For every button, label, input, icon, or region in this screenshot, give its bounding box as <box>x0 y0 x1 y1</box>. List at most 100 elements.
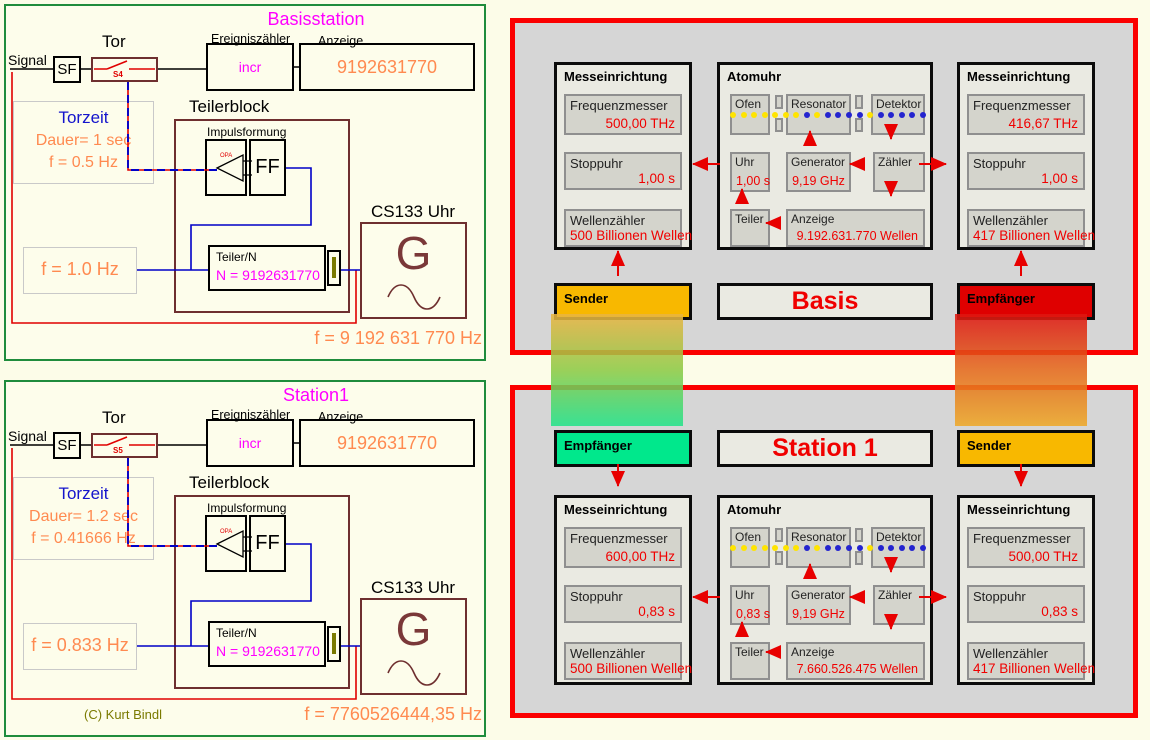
tor-gate-box <box>91 433 158 458</box>
frequency-meter-row: Frequenzmesser 500,00 THz <box>564 94 682 135</box>
display-box: 9192631770 <box>299 419 475 467</box>
atom-dot-icon <box>846 545 852 551</box>
atom-dot-icon <box>867 112 873 118</box>
atom-beam-dots <box>730 545 926 551</box>
connector-icon <box>327 626 341 662</box>
copyright-label: (C) Kurt Bindl <box>84 707 162 722</box>
atom-dot-icon <box>741 545 747 551</box>
atom-dot-icon <box>888 545 894 551</box>
slit-icon <box>775 528 783 542</box>
atom-dot-icon <box>846 112 852 118</box>
signal-label: Signal <box>8 52 47 68</box>
counter-box: Zähler <box>873 585 925 625</box>
basis-block-panel: Messeinrichtung Frequenzmesser 500,00 TH… <box>510 18 1138 355</box>
atom-dot-icon <box>793 545 799 551</box>
tor-label: Tor <box>102 32 126 52</box>
clock-box: Uhr 0,83 s <box>730 585 770 625</box>
atom-dot-icon <box>793 112 799 118</box>
measurement-title: Messeinrichtung <box>967 502 1070 517</box>
generator-box: Generator 9,19 GHz <box>786 585 851 625</box>
signal-gradient-left <box>551 314 683 426</box>
atom-dot-icon <box>762 545 768 551</box>
divider-title: Teiler/N <box>216 250 324 264</box>
atom-dot-icon <box>772 112 778 118</box>
station-name-box: Station 1 <box>717 430 933 467</box>
measurement-box-left: Messeinrichtung Frequenzmesser 500,00 TH… <box>554 62 692 250</box>
display-label: Anzeige <box>318 410 363 424</box>
atom-dot-icon <box>878 545 884 551</box>
pulse-shaping-box <box>205 515 247 572</box>
atom-dot-icon <box>772 545 778 551</box>
pulse-shaping-box <box>205 139 247 196</box>
gate-time-box: Torzeit Dauer= 1 sec f = 0.5 Hz <box>13 101 154 184</box>
generator-box: Generator 9,19 GHz <box>786 152 851 192</box>
atom-dot-icon <box>762 112 768 118</box>
station-title: Station1 <box>156 385 476 406</box>
atom-dot-icon <box>751 545 757 551</box>
atom-dot-icon <box>878 112 884 118</box>
connector-icon <box>327 250 341 286</box>
frequency-meter-row: Frequenzmesser 600,00 THz <box>564 527 682 568</box>
atomic-clock-box: Atomuhr Ofen Resonator Detektor Uhr 1,00… <box>717 62 933 250</box>
atom-dot-icon <box>920 112 926 118</box>
event-counter-box: incr <box>206 419 294 467</box>
slit-icon <box>855 95 863 109</box>
tor-label: Tor <box>102 408 126 428</box>
gate-frequency-value: f = 0.41666 Hz <box>14 530 153 548</box>
gate-duration-value: Dauer= 1 sec <box>14 132 153 150</box>
event-counter-label: Ereigniszähler <box>211 408 290 422</box>
measurement-box-left: Messeinrichtung Frequenzmesser 600,00 TH… <box>554 495 692 685</box>
atom-dot-icon <box>804 545 810 551</box>
atom-dot-icon <box>825 545 831 551</box>
basisstation-panel: Basisstation Signal SF Tor S4 Ereigniszä… <box>4 4 486 361</box>
switch-id-label: S5 <box>113 446 123 455</box>
atom-dot-icon <box>857 112 863 118</box>
tor-gate-box <box>91 57 158 82</box>
teilerblock-label: Teilerblock <box>189 473 269 493</box>
atomic-clock-title: Atomuhr <box>727 69 781 84</box>
atom-dot-icon <box>835 112 841 118</box>
pulse-shaping-label: Impulsformung <box>207 501 286 515</box>
flipflop-box: FF <box>249 515 286 572</box>
sf-box: SF <box>53 432 81 459</box>
atom-dot-icon <box>741 112 747 118</box>
gate-time-box: Torzeit Dauer= 1.2 sec f = 0.41666 Hz <box>13 477 154 560</box>
page: Basisstation Signal SF Tor S4 Ereigniszä… <box>0 0 1150 740</box>
input-frequency-box: f = 1.0 Hz <box>23 247 137 294</box>
atom-dot-icon <box>899 112 905 118</box>
wave-counter-row: Wellenzähler 417 Billionen Wellen <box>967 642 1085 680</box>
stopwatch-row: Stoppuhr 0,83 s <box>967 585 1085 623</box>
gate-time-title: Torzeit <box>14 484 153 504</box>
atomic-clock-box: Atomuhr Ofen Resonator Detektor Uhr 0,83… <box>717 495 933 685</box>
slit-icon <box>775 551 783 565</box>
divider-value: N = 9192631770 <box>216 643 324 659</box>
output-frequency-label: f = 7760526444,35 Hz <box>226 704 482 725</box>
divider-box: Teiler <box>730 642 770 680</box>
opamp-label: OPA <box>220 529 232 535</box>
divider-box: Teiler <box>730 209 770 247</box>
divider-value: N = 9192631770 <box>216 267 324 283</box>
atom-dot-icon <box>909 112 915 118</box>
gate-duration-value: Dauer= 1.2 sec <box>14 508 153 526</box>
signal-label: Signal <box>8 428 47 444</box>
output-frequency-label: f = 9 192 631 770 Hz <box>226 328 482 349</box>
measurement-box-right: Messeinrichtung Frequenzmesser 416,67 TH… <box>957 62 1095 250</box>
signal-gradient-right <box>955 314 1087 426</box>
teilerblock-label: Teilerblock <box>189 97 269 117</box>
flipflop-box: FF <box>249 139 286 196</box>
cs133-clock-label: CS133 Uhr <box>371 202 455 222</box>
display-box: 9192631770 <box>299 43 475 91</box>
wave-counter-row: Wellenzähler 500 Billionen Wellen <box>564 209 682 247</box>
atom-dot-icon <box>835 545 841 551</box>
atom-dot-icon <box>899 545 905 551</box>
slit-icon <box>775 118 783 132</box>
display-box: Anzeige 9.192.631.770 Wellen <box>786 209 925 247</box>
pulse-shaping-label: Impulsformung <box>207 125 286 139</box>
atom-dot-icon <box>825 112 831 118</box>
atom-dot-icon <box>814 112 820 118</box>
display-label: Anzeige <box>318 34 363 48</box>
station1-panel: Station1 Signal SF Tor S5 Ereigniszähler… <box>4 380 486 737</box>
atom-dot-icon <box>888 112 894 118</box>
divider-box: Teiler/N N = 9192631770 <box>208 245 326 291</box>
measurement-box-right: Messeinrichtung Frequenzmesser 500,00 TH… <box>957 495 1095 685</box>
